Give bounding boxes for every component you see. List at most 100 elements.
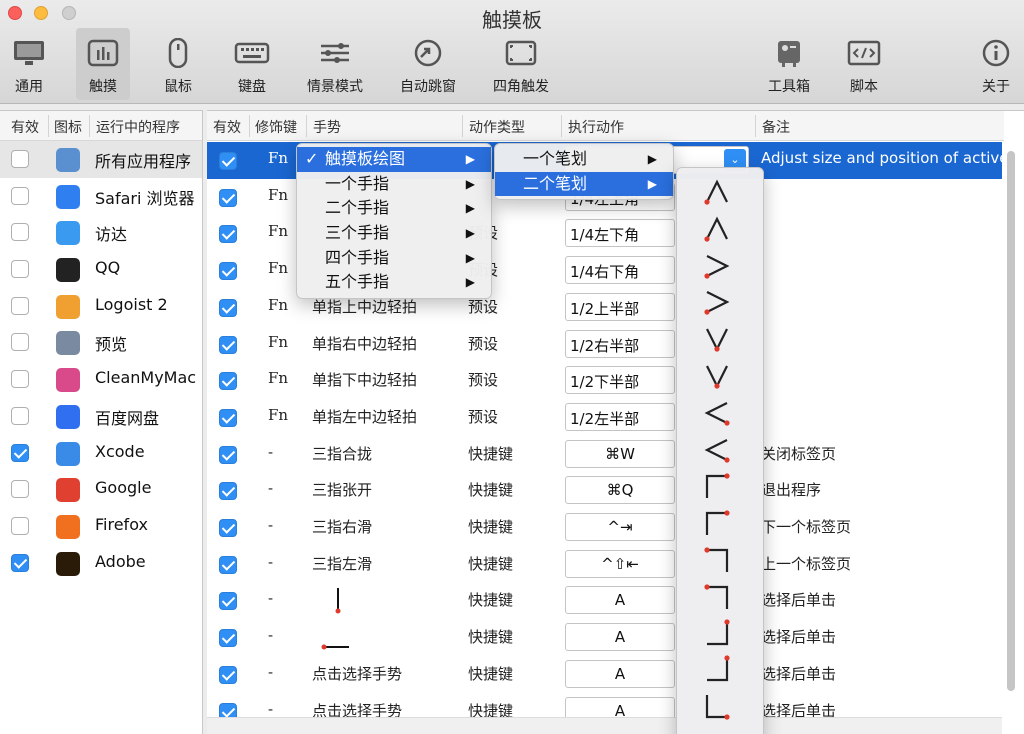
app-enabled-checkbox[interactable] [11,150,29,168]
gesture-row[interactable]: - 快捷键 A 选择后单击 [207,619,1002,656]
action-field[interactable]: 1/2右半部 [565,329,675,358]
app-enabled-checkbox[interactable] [11,553,29,572]
header-enabled[interactable]: 有效 [213,117,241,137]
gesture-enabled-checkbox[interactable] [219,152,237,170]
app-row[interactable]: 访达 [0,214,202,251]
gesture-row[interactable]: - 三指右滑 快捷键 ^⇥ 下一个标签页 [207,509,1002,546]
stroke-shape-option[interactable] [697,174,737,210]
app-row[interactable]: 百度网盘 [0,398,202,435]
toolbar-scenarios[interactable]: 情景模式 [300,28,370,100]
header-gesture[interactable]: 手势 [313,117,341,137]
gesture-row[interactable]: - 三指左滑 快捷键 ^⇧⇤ 上一个标签页 [207,546,1002,583]
stroke-shape-option[interactable] [697,652,737,688]
gesture-enabled-checkbox[interactable] [219,408,237,427]
app-enabled-checkbox[interactable] [11,370,29,389]
app-enabled-checkbox[interactable] [11,480,29,499]
stroke-shape-option[interactable] [697,432,737,468]
action-field[interactable]: ^⇧⇤ [565,549,675,578]
toolbar-about[interactable]: 关于 [970,28,1022,100]
gesture-enabled-checkbox[interactable] [219,629,237,648]
stroke-shape-option[interactable] [697,321,737,357]
gesture-row[interactable]: - 点击选择手势 快捷键 A 选择后单击 [207,656,1002,693]
gesture-enabled-checkbox[interactable] [219,335,237,354]
toolbar-general[interactable]: 通用 [0,28,58,100]
menu-item[interactable]: 四个手指 ▶ [297,246,491,271]
toolbar-trackpad[interactable]: 触摸 [76,28,130,100]
gesture-enabled-checkbox[interactable] [219,665,237,684]
toolbar-toolbox[interactable]: 工具箱 [760,28,818,100]
toolbar-script[interactable]: 脚本 [836,28,892,100]
app-enabled-checkbox[interactable] [11,186,29,205]
stroke-shape-option[interactable] [697,579,737,615]
header-running[interactable]: 运行中的程序 [96,117,180,137]
vertical-scrollbar[interactable] [1004,143,1018,703]
stroke-shape-option[interactable] [697,542,737,578]
stroke-shape-option[interactable] [697,284,737,320]
gesture-row[interactable]: - 三指张开 快捷键 ⌘Q 退出程序 [207,472,1002,509]
app-row[interactable]: 所有应用程序 [0,141,202,178]
app-enabled-checkbox[interactable] [11,516,29,535]
app-enabled-checkbox[interactable] [11,260,29,279]
app-row[interactable]: Xcode [0,435,202,472]
action-field[interactable]: ^⇥ [565,513,675,541]
stroke-shape-option[interactable] [697,211,737,247]
gesture-row[interactable]: - 三指合拢 快捷键 ⌘W 关闭标签页 [207,436,1002,473]
action-field[interactable]: A [565,623,675,652]
header-note[interactable]: 备注 [762,117,790,137]
menu-item[interactable]: 一个手指 ▶ [297,172,491,197]
menu-item[interactable]: 三个手指 ▶ [297,221,491,246]
menu-item[interactable]: 一个笔划 ▶ [495,147,673,172]
action-field[interactable]: 1/4右下角 [565,256,675,285]
gesture-enabled-checkbox[interactable] [219,445,237,464]
gesture-enabled-checkbox[interactable] [219,482,237,501]
menu-item[interactable]: 二个手指 ▶ [297,196,491,221]
action-field[interactable]: 1/2上半部 [565,292,675,321]
gesture-row[interactable]: Fn 单指下中边轻拍 预设 1/2下半部 [207,362,1002,399]
app-enabled-checkbox[interactable] [11,406,29,425]
action-field[interactable]: A [565,586,675,615]
app-enabled-checkbox[interactable] [11,333,29,352]
header-enabled[interactable]: 有效 [11,117,39,137]
stroke-shape-option[interactable] [697,505,737,541]
gesture-enabled-checkbox[interactable] [219,188,237,207]
app-row[interactable]: CleanMyMac [0,361,202,398]
app-row[interactable]: Adobe [0,545,202,582]
scrollbar-thumb[interactable] [1007,151,1015,691]
header-type[interactable]: 动作类型 [469,117,525,137]
toolbar-auto-jump[interactable]: 自动跳窗 [395,28,461,100]
stroke-shape-option[interactable] [697,358,737,394]
menu-item[interactable]: 二个笔划 ▶ [495,171,673,197]
gesture-enabled-checkbox[interactable] [219,372,237,391]
action-field[interactable]: 1/2左半部 [565,402,675,431]
app-row[interactable]: QQ [0,251,202,288]
header-icon[interactable]: 图标 [54,117,82,137]
gesture-enabled-checkbox[interactable] [219,592,237,611]
app-row[interactable]: 预览 [0,324,202,361]
toolbar-corners[interactable]: 四角触发 [486,28,556,100]
toolbar-mouse[interactable]: 鼠标 [150,28,206,100]
menu-item[interactable]: 五个手指 ▶ [297,270,491,295]
gesture-enabled-checkbox[interactable] [219,298,237,317]
action-field[interactable]: A [565,659,675,688]
gesture-row[interactable]: Fn 单指左中边轻拍 预设 1/2左半部 [207,399,1002,436]
app-enabled-checkbox[interactable] [11,223,29,242]
gesture-enabled-checkbox[interactable] [219,555,237,574]
stroke-shape-option[interactable] [697,689,737,725]
action-field[interactable]: ⌘W [565,439,675,468]
action-field[interactable]: 1/4左下角 [565,219,675,248]
gesture-row[interactable]: - 快捷键 A 选择后单击 [207,582,1002,619]
app-row[interactable]: Safari 浏览器 [0,178,202,215]
stroke-shape-option[interactable] [697,468,737,504]
gesture-enabled-checkbox[interactable] [219,225,237,244]
app-row[interactable]: Firefox [0,508,202,545]
menu-item[interactable]: ✓ 触摸板绘图 ▶ [297,147,491,172]
action-field[interactable]: 1/2下半部 [565,366,675,395]
header-modifier[interactable]: 修饰键 [255,117,297,137]
gesture-enabled-checkbox[interactable] [219,262,237,281]
stroke-shape-option[interactable] [697,616,737,652]
gesture-row[interactable]: Fn 单指右中边轻拍 预设 1/2右半部 [207,326,1002,363]
header-action[interactable]: 执行动作 [568,117,624,137]
app-enabled-checkbox[interactable] [11,296,29,315]
stroke-shape-option[interactable] [697,248,737,284]
app-enabled-checkbox[interactable] [11,443,29,462]
